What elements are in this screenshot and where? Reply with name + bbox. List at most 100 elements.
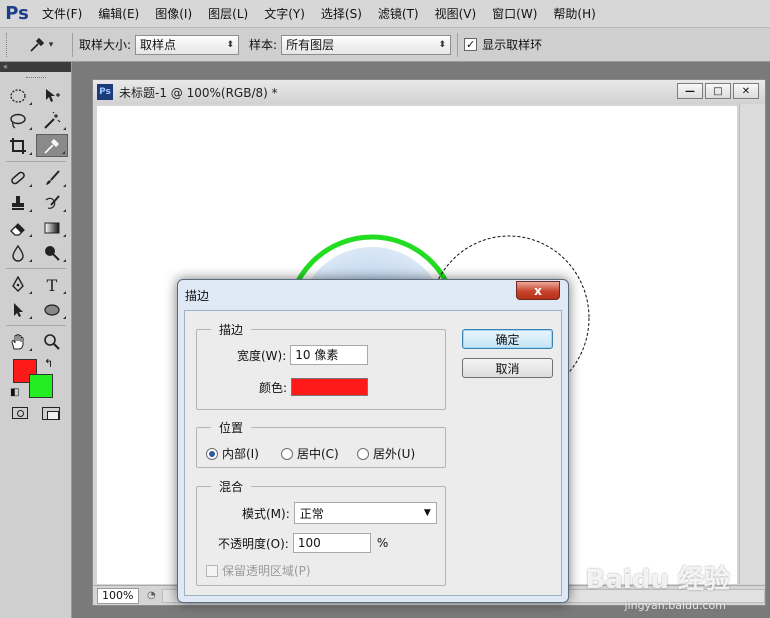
menu-bar: Ps 文件(F) 编辑(E) 图像(I) 图层(L) 文字(Y) 选择(S) 滤… [0,0,770,28]
maximize-icon: □ [713,85,723,97]
dialog-close-button[interactable]: x [516,281,560,300]
show-ring-label: 显示取样环 [482,38,543,52]
dodge-tool[interactable] [36,241,68,264]
document-titlebar[interactable]: Ps 未标题-1 @ 100%(RGB/8) * — □ ✕ [93,80,765,104]
chevron-down-icon: ▾ [48,39,54,50]
magic-wand-tool[interactable] [36,109,68,132]
show-ring-checkbox[interactable]: ✓ [464,38,478,51]
opacity-input[interactable]: 100 [292,533,371,553]
menu-view[interactable]: 视图(V) [427,0,485,28]
eraser-tool[interactable] [2,216,34,239]
stroke-dialog: 描边 x 描边 宽度(W): 10 像素 颜色: 位置 内部(I) 居中(C) … [177,279,569,603]
toolbox-grip[interactable] [0,72,71,84]
vertical-scrollbar[interactable] [739,104,765,584]
sample-select[interactable]: 所有图层 ⬍ [281,34,452,55]
type-icon: T [47,276,58,294]
history-brush-icon [45,194,60,209]
tool-preset-picker[interactable]: ▾ [16,28,66,62]
menu-type[interactable]: 文字(Y) [256,0,313,28]
screen-mode-icon[interactable] [42,407,60,420]
clone-stamp-tool[interactable] [2,191,34,214]
eyedropper-icon [30,37,44,52]
type-tool[interactable]: T [36,273,68,296]
menu-edit[interactable]: 编辑(E) [90,0,147,28]
minimize-icon: — [685,85,695,97]
lasso-tool[interactable] [2,109,34,132]
sample-size-select[interactable]: 取样点 ⬍ [135,34,240,55]
preserve-transparency-option[interactable]: 保留透明区域(P) [206,562,311,579]
cancel-button[interactable]: 取消 [462,358,553,378]
crop-tool[interactable] [2,134,34,157]
elliptical-marquee-tool[interactable] [2,84,34,107]
ellipse-shape-tool[interactable] [36,298,68,321]
position-group: 位置 内部(I) 居中(C) 居外(U) [196,419,446,468]
path-selection-tool[interactable] [2,298,34,321]
position-outside-radio[interactable] [357,447,369,460]
toolbox-collapse-bar[interactable]: « [0,62,71,72]
minimize-button[interactable]: — [677,83,703,99]
eyedropper-tool[interactable] [36,134,68,157]
width-input[interactable]: 10 像素 [290,345,369,365]
watermark: Baidu 经验 [585,565,730,595]
zoom-tool[interactable] [36,330,68,353]
swap-colors-icon[interactable]: ↰ [44,357,53,370]
crop-icon [10,137,26,154]
dialog-titlebar[interactable]: 描边 x [178,280,568,310]
position-outside-option[interactable]: 居外(U) [357,445,415,462]
gradient-icon [44,222,60,233]
hand-tool[interactable] [2,330,34,353]
quick-mask-icon[interactable] [12,407,28,419]
color-swatches: ↰ ◧ [0,357,68,405]
close-button[interactable]: ✕ [733,83,759,99]
svg-text:T: T [47,276,58,294]
menu-image[interactable]: 图像(I) [147,0,200,28]
default-colors-icon[interactable]: ◧ [10,387,19,398]
maximize-button[interactable]: □ [705,83,731,99]
position-inside-radio[interactable] [206,447,218,460]
history-brush-tool[interactable] [36,191,68,214]
move-tool[interactable] [36,84,68,107]
menu-filter[interactable]: 滤镜(T) [370,0,427,28]
menu-layer[interactable]: 图层(L) [200,0,256,28]
position-center-radio[interactable] [281,447,293,460]
options-bar: ▾ 取样大小: 取样点 ⬍ 样本: 所有图层 ⬍ ✓ 显示取样环 [0,28,770,62]
opacity-label: 不透明度(O): [218,536,289,551]
menu-window[interactable]: 窗口(W) [484,0,545,28]
position-center-option[interactable]: 居中(C) [281,445,339,462]
color-label: 颜色: [259,380,288,395]
position-inside-option[interactable]: 内部(I) [206,445,259,462]
ellipse-icon [44,303,60,316]
stroke-group-label: 描边 [211,321,252,338]
menu-help[interactable]: 帮助(H) [545,0,603,28]
healing-brush-tool[interactable] [2,166,34,189]
pen-tool[interactable] [2,273,34,296]
eraser-icon [10,222,25,236]
toolbox: « T ↰ ◧ [0,62,72,618]
brush-tool[interactable] [36,166,68,189]
position-outside-label: 居外(U) [373,447,416,461]
arrow-cursor-icon [14,302,23,317]
stamp-icon [12,195,24,210]
blur-tool[interactable] [2,241,34,264]
menu-file[interactable]: 文件(F) [34,0,90,28]
options-grip[interactable] [6,32,16,57]
stroke-color-swatch[interactable] [291,378,369,396]
move-icon [46,88,60,102]
ok-button[interactable]: 确定 [462,329,553,349]
pen-icon [12,275,24,292]
gradient-tool[interactable] [36,216,68,239]
toolbox-divider [6,268,66,269]
menu-select[interactable]: 选择(S) [313,0,370,28]
updown-arrow-icon: ⬍ [438,39,447,50]
bandage-icon [11,171,25,184]
updown-arrow-icon: ⬍ [226,39,235,50]
blend-mode-select[interactable]: 正常 ▼ [293,502,437,524]
zoom-level-field[interactable]: 100% [97,587,139,604]
blend-group-label: 混合 [211,478,252,495]
photoshop-logo: Ps [5,3,29,24]
status-info-icon[interactable]: ◔ [147,590,156,601]
hand-icon [11,333,24,349]
background-color-swatch[interactable] [29,374,53,398]
preserve-transparency-checkbox[interactable] [206,564,218,577]
sample-size-label: 取样大小: [79,38,132,52]
